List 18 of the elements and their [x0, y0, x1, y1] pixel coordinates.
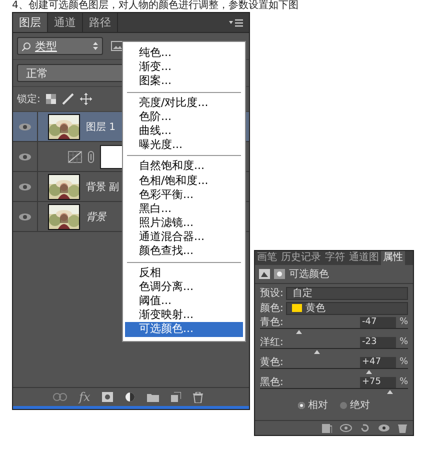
- layer-name: 背景 副: [86, 180, 120, 194]
- unit-label: %: [398, 377, 408, 387]
- layer-name: 背景: [86, 210, 106, 224]
- color-value: 黄色: [305, 302, 326, 314]
- slider-label: 青色:: [260, 316, 284, 329]
- radio-label: 绝对: [350, 398, 370, 412]
- unit-label: %: [398, 317, 408, 327]
- slider-label: 黄色:: [260, 356, 284, 369]
- unit-label: %: [398, 337, 408, 347]
- panel-title: 可选颜色: [289, 268, 329, 281]
- layer-name: 图层 1: [86, 120, 116, 134]
- colors-label: 颜色:: [260, 302, 284, 315]
- slider-label: 黑色:: [260, 376, 284, 389]
- unit-label: %: [398, 357, 408, 367]
- radio-label: 相对: [308, 398, 328, 412]
- slider-label: 洋红:: [260, 336, 284, 349]
- lock-label: 锁定:: [17, 92, 40, 106]
- preset-label: 预设:: [260, 287, 284, 300]
